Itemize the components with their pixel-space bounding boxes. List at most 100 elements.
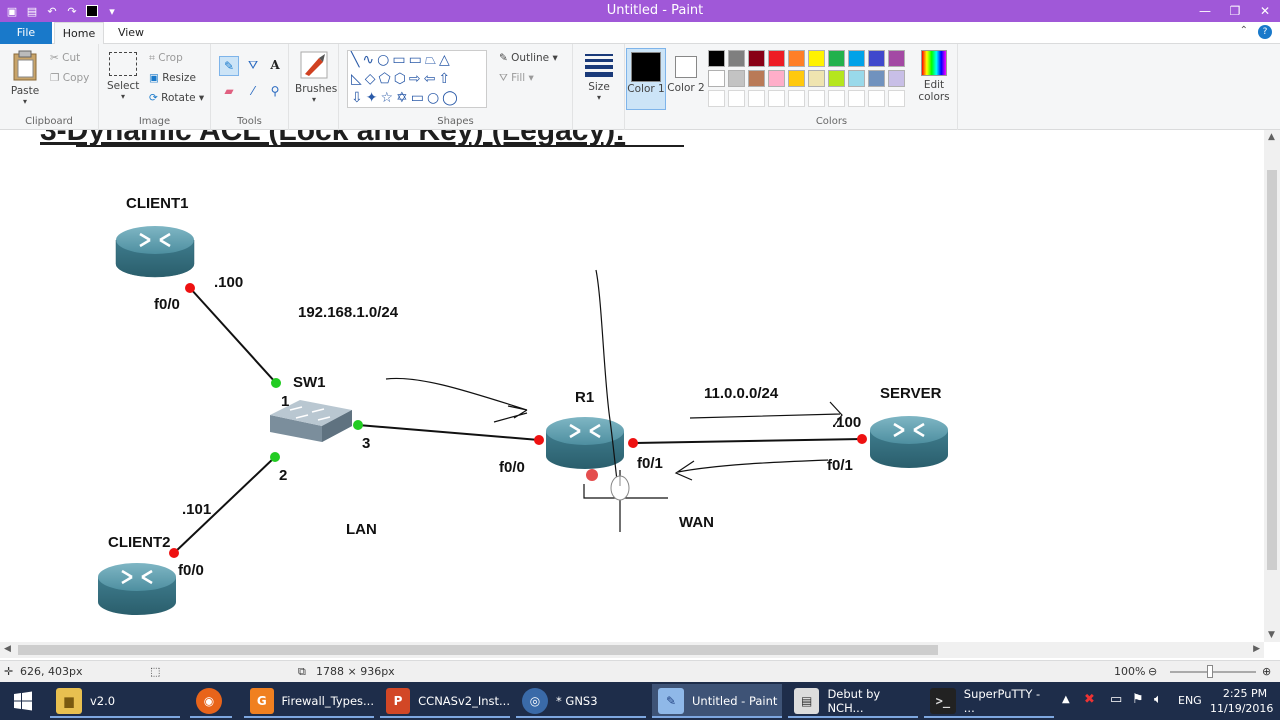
tab-home[interactable]: Home bbox=[54, 22, 104, 44]
color-swatch[interactable] bbox=[728, 50, 745, 67]
copy-icon: ❐ bbox=[50, 72, 60, 84]
rainbow-icon bbox=[921, 50, 947, 76]
tab-file[interactable]: File bbox=[0, 22, 52, 44]
color-swatch[interactable] bbox=[788, 70, 805, 87]
close-button[interactable]: ✕ bbox=[1250, 0, 1280, 22]
drawing-canvas[interactable]: 3-Dynamic ACL (Lock and Key) (Legacy): C… bbox=[0, 130, 1264, 642]
client2-router-icon[interactable] bbox=[98, 563, 176, 615]
taskbar-item-explorer[interactable]: ▆ v2.0 bbox=[50, 684, 180, 718]
text-tool-icon[interactable]: A bbox=[265, 56, 285, 76]
color-swatch[interactable] bbox=[748, 50, 765, 67]
outline-button[interactable]: ✎ Outline ▾ bbox=[499, 52, 558, 64]
taskbar-item-pdf[interactable]: G Firewall_Types... bbox=[244, 684, 374, 718]
color-swatch[interactable] bbox=[788, 90, 805, 107]
color-swatch[interactable] bbox=[708, 70, 725, 87]
copy-button[interactable]: ❐ Copy bbox=[50, 72, 89, 84]
color-swatch[interactable] bbox=[868, 90, 885, 107]
sw1-port2-label: 2 bbox=[279, 467, 287, 484]
zoom-in-icon[interactable]: ⊕ bbox=[1262, 665, 1271, 678]
taskbar-item-powerpoint[interactable]: P CCNASv2_Inst... bbox=[380, 684, 510, 718]
horizontal-scrollbar[interactable]: ◀ ▶ bbox=[0, 642, 1264, 658]
color-swatch[interactable] bbox=[888, 50, 905, 67]
color-swatch[interactable] bbox=[868, 70, 885, 87]
taskbar-item-paint[interactable]: ✎ Untitled - Paint bbox=[652, 684, 782, 718]
fill-icon[interactable]: ⛛ bbox=[243, 56, 263, 76]
color-swatch[interactable] bbox=[768, 90, 785, 107]
rotate-button[interactable]: ⟳ Rotate ▾ bbox=[149, 92, 204, 104]
tray-app-icon[interactable]: ✖ bbox=[1084, 692, 1095, 707]
minimize-button[interactable]: — bbox=[1190, 0, 1220, 22]
language-indicator[interactable]: ENG bbox=[1178, 694, 1202, 707]
horizontal-scroll-thumb[interactable] bbox=[18, 645, 938, 655]
maximize-button[interactable]: ❐ bbox=[1220, 0, 1250, 22]
scroll-left-icon[interactable]: ◀ bbox=[4, 644, 11, 654]
vertical-scroll-thumb[interactable] bbox=[1267, 170, 1277, 570]
tray-chevron-icon[interactable]: ▲ bbox=[1062, 694, 1070, 705]
select-button[interactable]: Select ▾ bbox=[107, 52, 139, 101]
zoom-slider[interactable] bbox=[1170, 671, 1256, 673]
resize-button[interactable]: ▣ Resize bbox=[149, 72, 196, 84]
vertical-scrollbar[interactable]: ▲ ▼ bbox=[1264, 130, 1280, 642]
cut-button[interactable]: ✂ Cut bbox=[50, 52, 80, 64]
edit-colors-button[interactable]: Edit colors bbox=[914, 50, 954, 103]
pdf-icon: G bbox=[250, 688, 274, 714]
clock-date[interactable]: 11/19/2016 bbox=[1210, 702, 1273, 715]
color-swatch[interactable] bbox=[768, 70, 785, 87]
color-swatch[interactable] bbox=[748, 90, 765, 107]
color-swatch[interactable] bbox=[728, 70, 745, 87]
color-swatch[interactable] bbox=[748, 70, 765, 87]
color-swatch[interactable] bbox=[808, 70, 825, 87]
shapes-gallery[interactable]: ╲∿○▭▭⏢△ ◺◇⬠⬡⇨⇦⇧ ⇩✦☆✡▭○◯ bbox=[347, 50, 487, 108]
network-icon[interactable]: ▭ bbox=[1110, 692, 1122, 707]
start-button[interactable] bbox=[0, 684, 46, 718]
scroll-down-icon[interactable]: ▼ bbox=[1268, 630, 1275, 640]
taskbar-item-firefox[interactable]: ◉ bbox=[190, 684, 232, 718]
image-group: Select ▾ ⌗ Crop ▣ Resize ⟳ Rotate ▾ Imag… bbox=[99, 44, 211, 130]
color-swatch[interactable] bbox=[848, 90, 865, 107]
color-swatch[interactable] bbox=[828, 70, 845, 87]
paste-button[interactable]: Paste ▾ bbox=[8, 50, 42, 106]
size-button[interactable]: Size ▾ bbox=[581, 52, 617, 102]
brushes-button[interactable]: Brushes ▾ bbox=[295, 50, 337, 104]
color-swatch[interactable] bbox=[848, 50, 865, 67]
magnifier-icon[interactable]: ⚲ bbox=[265, 82, 285, 102]
color-swatch[interactable] bbox=[728, 90, 745, 107]
color-swatch[interactable] bbox=[888, 90, 905, 107]
tab-view[interactable]: View bbox=[108, 22, 154, 44]
color-swatch[interactable] bbox=[708, 90, 725, 107]
flag-icon[interactable]: ⚑ bbox=[1132, 692, 1144, 707]
folder-icon: ▆ bbox=[56, 688, 82, 714]
taskbar-item-debut[interactable]: ▤ Debut by NCH... bbox=[788, 684, 918, 718]
scroll-right-icon[interactable]: ▶ bbox=[1253, 644, 1260, 654]
paint-icon: ✎ bbox=[658, 688, 684, 714]
color1-button[interactable]: Color 1 bbox=[626, 48, 666, 110]
color-swatch[interactable] bbox=[828, 50, 845, 67]
color-swatch[interactable] bbox=[888, 70, 905, 87]
taskbar-item-superputty[interactable]: >_ SuperPuTTY - ... bbox=[924, 684, 1054, 718]
color-picker-icon[interactable]: ⁄ bbox=[243, 82, 263, 102]
eraser-icon[interactable]: ▰ bbox=[219, 82, 239, 102]
color-swatch[interactable] bbox=[808, 90, 825, 107]
color-swatch[interactable] bbox=[828, 90, 845, 107]
help-icon[interactable]: ? bbox=[1258, 25, 1272, 39]
fill-button[interactable]: ⛛ Fill ▾ bbox=[499, 72, 534, 85]
scroll-up-icon[interactable]: ▲ bbox=[1268, 132, 1275, 142]
color-swatch[interactable] bbox=[848, 70, 865, 87]
sw1-port3-label: 3 bbox=[362, 435, 370, 452]
pencil-tool[interactable]: ✎ bbox=[219, 56, 239, 76]
collapse-ribbon-icon[interactable]: ⌃ bbox=[1240, 25, 1248, 39]
zoom-slider-thumb[interactable] bbox=[1207, 665, 1213, 678]
color-swatch[interactable] bbox=[708, 50, 725, 67]
clock-time[interactable]: 2:25 PM bbox=[1218, 687, 1272, 700]
zoom-out-icon[interactable]: ⊖ bbox=[1148, 665, 1157, 678]
color2-button[interactable]: Color 2 bbox=[666, 48, 706, 110]
crop-button[interactable]: ⌗ Crop bbox=[149, 52, 183, 65]
volume-icon[interactable]: 🔈︎ bbox=[1154, 692, 1162, 707]
color-swatch[interactable] bbox=[868, 50, 885, 67]
server-router-icon[interactable] bbox=[870, 416, 948, 468]
color-swatch[interactable] bbox=[788, 50, 805, 67]
color-swatch[interactable] bbox=[808, 50, 825, 67]
color-swatch[interactable] bbox=[768, 50, 785, 67]
client1-router-icon[interactable] bbox=[115, 226, 195, 278]
taskbar-item-gns3[interactable]: ◎ * GNS3 bbox=[516, 684, 646, 718]
